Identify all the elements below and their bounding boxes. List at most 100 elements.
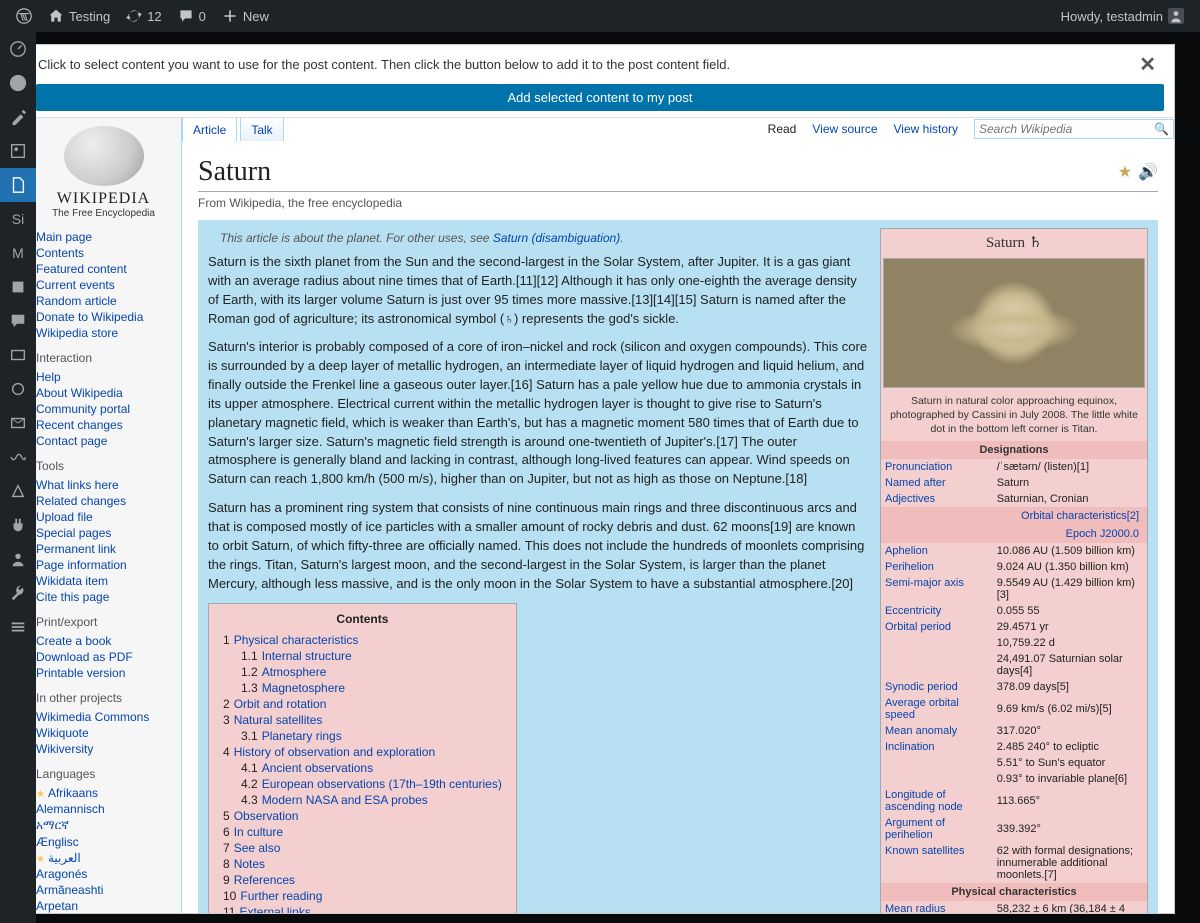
nav-link[interactable]: Wikipedia store <box>36 325 171 341</box>
infobox-row: 24,491.07 Saturnian solar days[4] <box>881 651 1147 679</box>
menu-item2[interactable] <box>0 270 36 304</box>
menu-item3[interactable] <box>0 372 36 406</box>
nav-link[interactable]: Related changes <box>36 493 171 509</box>
nav-link[interactable]: Upload file <box>36 509 171 525</box>
nav-link[interactable]: Cite this page <box>36 589 171 605</box>
toc-item[interactable]: 4.1Ancient observations <box>223 760 502 776</box>
nav-link[interactable]: አማርኛ <box>36 817 171 834</box>
toc-item[interactable]: 3Natural satellites <box>223 712 502 728</box>
tab-read[interactable]: Read <box>760 118 805 141</box>
nav-link[interactable]: ★العربية <box>36 850 171 866</box>
menu-contact[interactable] <box>0 406 36 440</box>
wikipedia-content: Article Talk Read View source View histo… <box>181 118 1174 913</box>
featured-star-icon[interactable]: ★ <box>1118 162 1132 182</box>
toc-item[interactable]: 9References <box>223 872 502 888</box>
wikipedia-logo[interactable]: WIKIPEDIA The Free Encyclopedia <box>36 126 171 219</box>
nav-link[interactable]: Wikidata item <box>36 573 171 589</box>
nav-link[interactable]: Community portal <box>36 401 171 417</box>
tab-talk[interactable]: Talk <box>240 118 283 141</box>
toc-item[interactable]: 1.1Internal structure <box>223 648 502 664</box>
menu-dashboard[interactable] <box>0 32 36 66</box>
toc-item[interactable]: 4.2European observations (17th–19th cent… <box>223 776 502 792</box>
add-content-button[interactable]: Add selected content to my post <box>36 84 1164 111</box>
search-input[interactable] <box>979 122 1154 136</box>
toc-item[interactable]: 4History of observation and exploration <box>223 744 502 760</box>
menu-sirv[interactable]: Si <box>0 202 36 236</box>
new-content[interactable]: New <box>214 0 277 32</box>
nav-link[interactable]: Random article <box>36 293 171 309</box>
menu-posts[interactable] <box>0 100 36 134</box>
menu-users[interactable] <box>0 542 36 576</box>
modal-overlay: Click to select content you want to use … <box>0 32 1200 923</box>
tab-article[interactable]: Article <box>182 118 237 141</box>
wikipedia-frame[interactable]: WIKIPEDIA The Free Encyclopedia Main pag… <box>26 118 1174 913</box>
toc-item[interactable]: 2Orbit and rotation <box>223 696 502 712</box>
toc-item[interactable]: 1Physical characteristics <box>223 632 502 648</box>
toc-item[interactable]: 7See also <box>223 840 502 856</box>
table-of-contents[interactable]: Contents 1Physical characteristics1.1Int… <box>208 603 517 913</box>
nav-link[interactable]: Permanent link <box>36 541 171 557</box>
nav-link[interactable]: About Wikipedia <box>36 385 171 401</box>
nav-link[interactable]: Wikiquote <box>36 725 171 741</box>
nav-link[interactable]: Donate to Wikipedia <box>36 309 171 325</box>
nav-link[interactable]: Arpetan <box>36 898 171 913</box>
nav-link[interactable]: Armãneashti <box>36 882 171 898</box>
nav-link[interactable]: Main page <box>36 229 171 245</box>
nav-link[interactable]: Wikiversity <box>36 741 171 757</box>
tab-view-history[interactable]: View history <box>886 118 966 141</box>
infobox-row: 5.51° to Sun's equator <box>881 755 1147 771</box>
toc-item[interactable]: 11External links <box>223 904 502 913</box>
nav-link[interactable]: Wikimedia Commons <box>36 709 171 725</box>
nav-link[interactable]: Download as PDF <box>36 649 171 665</box>
menu-woo[interactable] <box>0 440 36 474</box>
toc-item[interactable]: 6In culture <box>223 824 502 840</box>
toc-item[interactable]: 10Further reading <box>223 888 502 904</box>
menu-comments[interactable] <box>0 304 36 338</box>
my-account[interactable]: Howdy, testadmin <box>1053 0 1192 32</box>
nav-link[interactable]: Recent changes <box>36 417 171 433</box>
menu-galleries[interactable] <box>0 338 36 372</box>
menu-settings[interactable] <box>0 610 36 644</box>
nav-link[interactable]: Page information <box>36 557 171 573</box>
selectable-content-region[interactable]: Saturn ♄ Saturn in natural color approac… <box>198 220 1158 913</box>
menu-media[interactable] <box>0 134 36 168</box>
updates[interactable]: 12 <box>118 0 169 32</box>
menu-jetpack[interactable] <box>0 66 36 100</box>
menu-tools[interactable] <box>0 576 36 610</box>
tab-view-source[interactable]: View source <box>804 118 885 141</box>
menu-item[interactable]: M <box>0 236 36 270</box>
comments[interactable]: 0 <box>170 0 214 32</box>
nav-link[interactable]: ★Afrikaans <box>36 785 171 801</box>
menu-pages[interactable] <box>0 168 36 202</box>
listen-icon[interactable]: 🔊 <box>1138 162 1158 182</box>
menu-plugins[interactable] <box>0 508 36 542</box>
toc-item[interactable]: 3.1Planetary rings <box>223 728 502 744</box>
infobox-title: Saturn ♄ <box>881 229 1147 256</box>
site-name[interactable]: Testing <box>40 0 118 32</box>
toc-item[interactable]: 4.3Modern NASA and ESA probes <box>223 792 502 808</box>
search-box[interactable]: 🔍 <box>974 119 1174 139</box>
infobox[interactable]: Saturn ♄ Saturn in natural color approac… <box>880 228 1148 913</box>
nav-link[interactable]: Printable version <box>36 665 171 681</box>
nav-link[interactable]: Create a book <box>36 633 171 649</box>
toc-item[interactable]: 1.3Magnetosphere <box>223 680 502 696</box>
nav-link[interactable]: What links here <box>36 477 171 493</box>
toc-item[interactable]: 5Observation <box>223 808 502 824</box>
nav-link[interactable]: Contact page <box>36 433 171 449</box>
nav-link[interactable]: Ænglisc <box>36 834 171 850</box>
nav-link[interactable]: Aragonés <box>36 866 171 882</box>
toc-item[interactable]: 8Notes <box>223 856 502 872</box>
nav-link[interactable]: Help <box>36 369 171 385</box>
search-icon[interactable]: 🔍 <box>1154 122 1169 136</box>
menu-appearance[interactable] <box>0 474 36 508</box>
close-icon[interactable]: ✕ <box>1133 52 1162 77</box>
nav-link[interactable]: Featured content <box>36 261 171 277</box>
toc-item[interactable]: 1.2Atmosphere <box>223 664 502 680</box>
nav-link[interactable]: Contents <box>36 245 171 261</box>
nav-link[interactable]: Current events <box>36 277 171 293</box>
nav-main: Main pageContentsFeatured contentCurrent… <box>36 229 171 341</box>
nav-link[interactable]: Alemannisch <box>36 801 171 817</box>
wp-logo-menu[interactable] <box>8 0 40 32</box>
nav-link[interactable]: Special pages <box>36 525 171 541</box>
infobox-row: Orbital period29.4571 yr <box>881 619 1147 635</box>
